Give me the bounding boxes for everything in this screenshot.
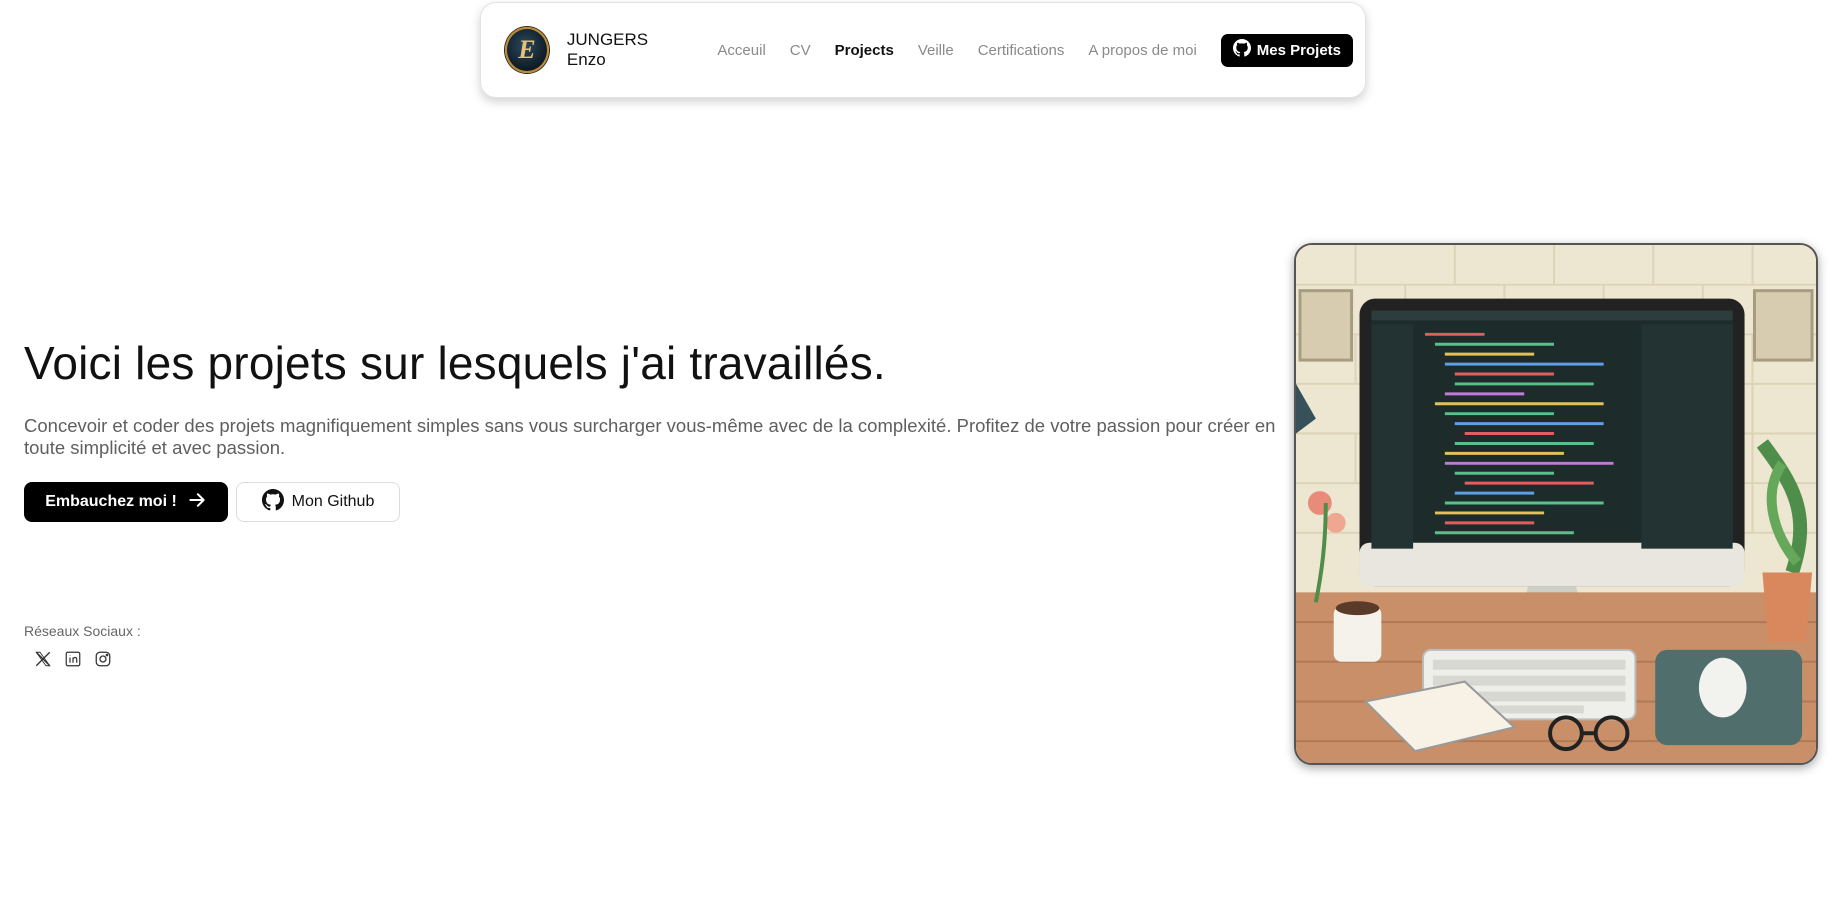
mes-projets-button[interactable]: Mes Projets	[1220, 33, 1353, 67]
arrow-right-icon	[187, 490, 207, 515]
x-icon[interactable]	[34, 650, 52, 668]
github-icon	[261, 488, 284, 516]
desk-illustration	[1294, 243, 1818, 765]
nav-links: Acceuil CV Projects Veille Certification…	[717, 42, 1220, 59]
social-icons	[34, 650, 112, 668]
page-title: Voici les projets sur lesquels j'ai trav…	[24, 337, 886, 389]
nav-link-certifications[interactable]: Certifications	[978, 42, 1065, 59]
top-navbar: E JUNGERS Enzo Acceuil CV Projects Veill…	[480, 2, 1366, 98]
github-link-button[interactable]: Mon Github	[236, 482, 400, 522]
logo-letter: E	[518, 35, 536, 64]
github-icon	[1232, 39, 1251, 61]
social-label: Réseaux Sociaux :	[24, 623, 141, 639]
nav-link-projects[interactable]: Projects	[835, 42, 894, 59]
hire-me-button[interactable]: Embauchez moi !	[24, 482, 228, 522]
brand-name[interactable]: JUNGERS Enzo	[567, 30, 686, 70]
nav-link-a-propos[interactable]: A propos de moi	[1088, 42, 1196, 59]
nav-link-acceuil[interactable]: Acceuil	[717, 42, 765, 59]
page-subtitle: Concevoir et coder des projets magnifiqu…	[24, 415, 1276, 458]
logo[interactable]: E	[505, 27, 549, 73]
nav-link-cv[interactable]: CV	[790, 42, 811, 59]
mes-projets-label: Mes Projets	[1256, 41, 1341, 59]
nav-link-veille[interactable]: Veille	[918, 42, 954, 59]
linkedin-icon[interactable]	[64, 650, 82, 668]
instagram-icon[interactable]	[94, 650, 112, 668]
hire-me-label: Embauchez moi !	[45, 493, 177, 510]
github-link-label: Mon Github	[291, 493, 375, 510]
